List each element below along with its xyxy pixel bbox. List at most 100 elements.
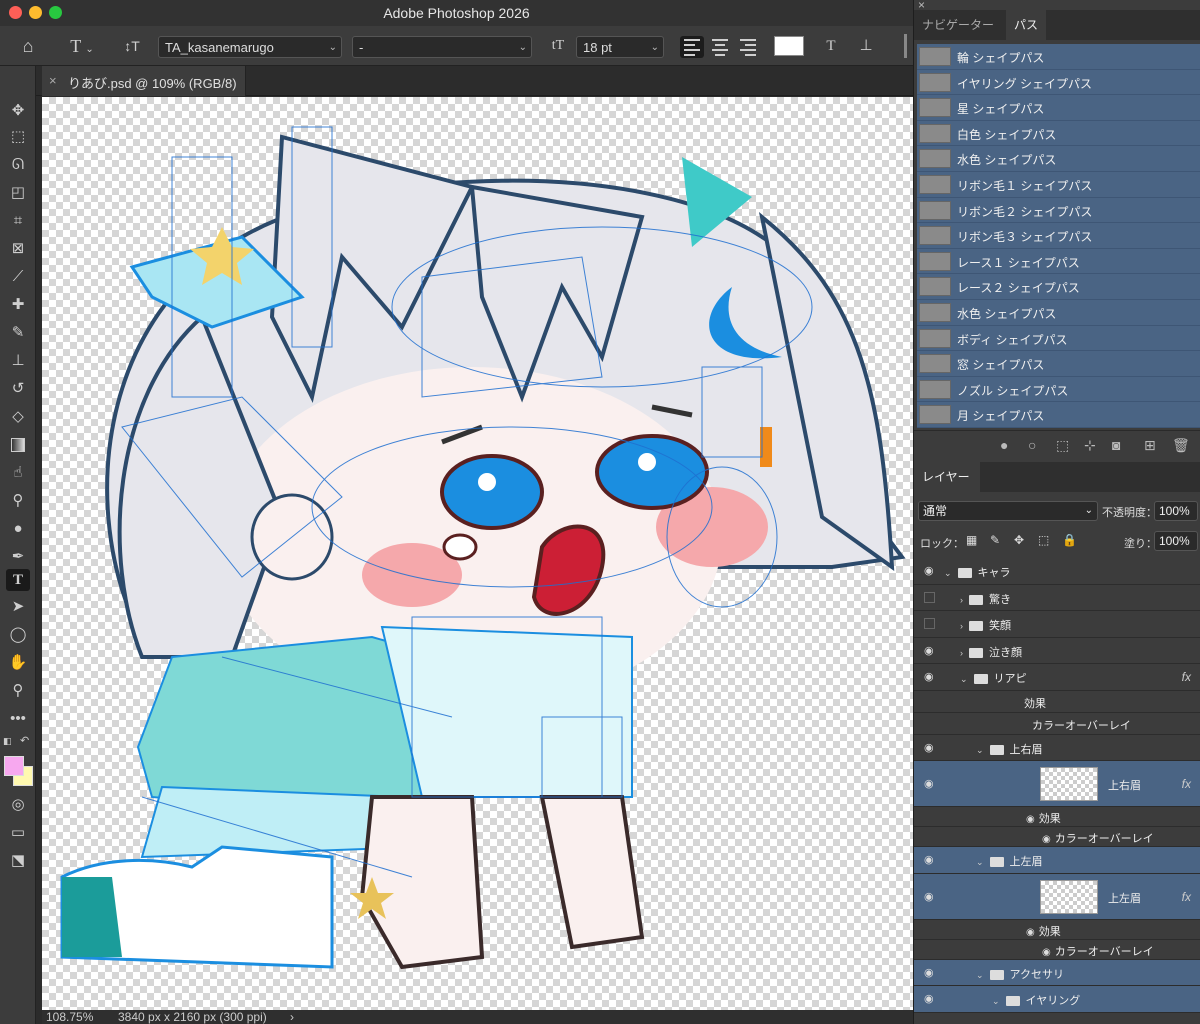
effect-eye-icon[interactable]: ◉	[1026, 927, 1035, 938]
layer-row[interactable]: ◉ ⌄ イヤリング	[914, 986, 1200, 1013]
type-tool-icon[interactable]: T	[6, 569, 30, 591]
document-canvas[interactable]	[42, 97, 913, 1010]
type-tool-preset-icon[interactable]: T ⌄	[62, 33, 102, 59]
more-tools-icon[interactable]: •••	[6, 708, 30, 730]
eraser-tool-icon[interactable]: ◇	[6, 406, 30, 428]
history-brush-tool-icon[interactable]: ↺	[6, 378, 30, 400]
fx-icon[interactable]: fx	[1182, 890, 1191, 904]
default-colors-icon[interactable]: ◧	[3, 736, 12, 747]
effect-eye-icon[interactable]: ◉	[1026, 814, 1035, 825]
screen-mode-icon[interactable]: ▭	[6, 822, 30, 844]
chevron-down-icon[interactable]: ⌄	[992, 996, 1000, 1006]
path-row[interactable]: 輪 シェイプパス	[917, 44, 1200, 70]
smudge-tool-icon[interactable]: ☝	[6, 462, 30, 484]
align-right-button[interactable]	[736, 36, 760, 58]
chevron-down-icon[interactable]: ⌄	[976, 745, 984, 755]
layer-effect-row[interactable]: ◉ 効果	[914, 807, 1200, 827]
visibility-eye-icon[interactable]: ◉	[924, 564, 934, 577]
path-row[interactable]: リボン毛１ シェイプパス	[917, 171, 1200, 198]
pen-tool-icon[interactable]: ✒	[6, 546, 30, 568]
chevron-down-icon[interactable]: ⌄	[960, 674, 968, 684]
path-row[interactable]: ボディ シェイプパス	[917, 325, 1200, 352]
fill-input[interactable]: 100%	[1154, 531, 1198, 551]
zoom-level[interactable]: 108.75%	[46, 1010, 93, 1024]
visibility-eye-icon[interactable]: ◉	[924, 644, 934, 657]
chevron-down-icon[interactable]: ⌄	[976, 857, 984, 867]
chevron-down-icon[interactable]: ⌄	[976, 970, 984, 980]
fx-icon[interactable]: fx	[1182, 777, 1191, 791]
visibility-toggle[interactable]	[924, 591, 935, 603]
quick-mask-icon[interactable]: ◎	[6, 794, 30, 816]
delete-path-icon[interactable]: 🗑	[1172, 437, 1190, 454]
blend-mode-select[interactable]: 通常 ⌄	[918, 501, 1098, 521]
chevron-right-icon[interactable]: ›	[960, 648, 963, 658]
layer-row[interactable]: › 驚き	[914, 584, 1200, 611]
effect-eye-icon[interactable]: ◉	[1042, 834, 1051, 845]
layer-row[interactable]: ◉ › 泣き顔	[914, 637, 1200, 664]
hand-tool-icon[interactable]: ✋	[6, 652, 30, 674]
path-row[interactable]: リボン毛２ シェイプパス	[917, 197, 1200, 224]
layer-row[interactable]: ◉ ⌄ アクセサリ	[914, 959, 1200, 986]
eyedropper-tool-icon[interactable]: ⟋	[6, 266, 30, 288]
path-row[interactable]: レース２ シェイプパス	[917, 274, 1200, 300]
add-mask-icon[interactable]: ◙	[1112, 437, 1120, 453]
layer-row[interactable]: ◉ ⌄ キャラ	[914, 558, 1200, 585]
chevron-right-icon[interactable]: ›	[290, 1010, 294, 1024]
text-orientation-icon[interactable]: ↕T	[120, 33, 144, 59]
layer-row[interactable]: ◉ 上右眉 fx	[914, 761, 1200, 807]
visibility-toggle[interactable]	[924, 618, 935, 630]
close-tab-icon[interactable]: ×	[49, 73, 57, 88]
chevron-right-icon[interactable]: ›	[960, 595, 963, 605]
artboard-icon[interactable]: ⬔	[6, 850, 30, 872]
tab-navigator[interactable]: ナビゲーター	[914, 10, 1002, 40]
marquee-tool-icon[interactable]: ⬚	[6, 126, 30, 148]
path-row[interactable]: 白色 シェイプパス	[917, 120, 1200, 147]
crop-tool-icon[interactable]: ⌗	[6, 210, 30, 232]
healing-tool-icon[interactable]: ✚	[6, 294, 30, 316]
fill-path-icon[interactable]: ●	[1000, 437, 1008, 453]
font-size-select[interactable]: 18 pt ⌄	[576, 36, 664, 58]
lock-transparent-icon[interactable]: ▦	[966, 533, 977, 547]
visibility-eye-icon[interactable]: ◉	[924, 741, 934, 754]
text-color-swatch[interactable]	[774, 36, 804, 56]
path-row[interactable]: 水色 シェイプパス	[917, 299, 1200, 326]
visibility-eye-icon[interactable]: ◉	[924, 777, 934, 790]
path-row[interactable]: 窓 シェイプパス	[917, 351, 1200, 377]
burn-tool-icon[interactable]: ●	[6, 518, 30, 540]
layer-row[interactable]: ◉ 上左眉 fx	[914, 873, 1200, 920]
stroke-path-icon[interactable]: ○	[1028, 437, 1036, 453]
layer-row[interactable]: ◉ ⌄ リアピ fx	[914, 664, 1200, 691]
lock-position-icon[interactable]: ✥	[1014, 533, 1024, 547]
layer-row[interactable]: ◉ ⌄ 上右眉	[914, 734, 1200, 761]
align-center-button[interactable]	[708, 36, 732, 58]
path-select-tool-icon[interactable]: ➤	[6, 596, 30, 618]
path-row[interactable]: 星 シェイプパス	[917, 95, 1200, 121]
stamp-tool-icon[interactable]: ⊥	[6, 350, 30, 372]
brush-tool-icon[interactable]: ✎	[6, 322, 30, 344]
dodge-tool-icon[interactable]: ⚲	[6, 490, 30, 512]
layer-effect-row[interactable]: ◉ 効果	[914, 919, 1200, 940]
move-tool-icon[interactable]: ✥	[6, 100, 30, 122]
font-family-select[interactable]: TA_kasanemarugo ⌄	[158, 36, 342, 58]
layer-row[interactable]: ◉ ⌄ 上左眉	[914, 847, 1200, 874]
layer-effect-row[interactable]: ◉ カラーオーバーレイ	[914, 939, 1200, 960]
make-work-path-icon[interactable]: ⊹	[1084, 437, 1096, 454]
tab-paths[interactable]: パス	[1006, 10, 1047, 40]
document-tab[interactable]: × りあび.psd @ 109% (RGB/8)	[42, 66, 246, 96]
opacity-input[interactable]: 100%	[1154, 501, 1198, 521]
gradient-tool-icon[interactable]	[6, 434, 30, 456]
path-row[interactable]: ノズル シェイプパス	[917, 376, 1200, 403]
visibility-eye-icon[interactable]: ◉	[924, 992, 934, 1005]
lasso-tool-icon[interactable]: ᘏ	[6, 154, 30, 176]
warp-text-icon[interactable]: T	[818, 33, 844, 59]
align-left-button[interactable]	[680, 36, 704, 58]
chevron-down-icon[interactable]: ⌄	[944, 568, 952, 578]
frame-tool-icon[interactable]: ⊠	[6, 238, 30, 260]
chevron-right-icon[interactable]: ›	[960, 621, 963, 631]
fx-icon[interactable]: fx	[1182, 670, 1191, 684]
effect-eye-icon[interactable]: ◉	[1042, 947, 1051, 958]
visibility-eye-icon[interactable]: ◉	[924, 890, 934, 903]
layer-row[interactable]: › 笑顔	[914, 611, 1200, 638]
tab-layers[interactable]: レイヤー	[914, 462, 980, 492]
lock-image-icon[interactable]: ✎	[990, 533, 1000, 547]
